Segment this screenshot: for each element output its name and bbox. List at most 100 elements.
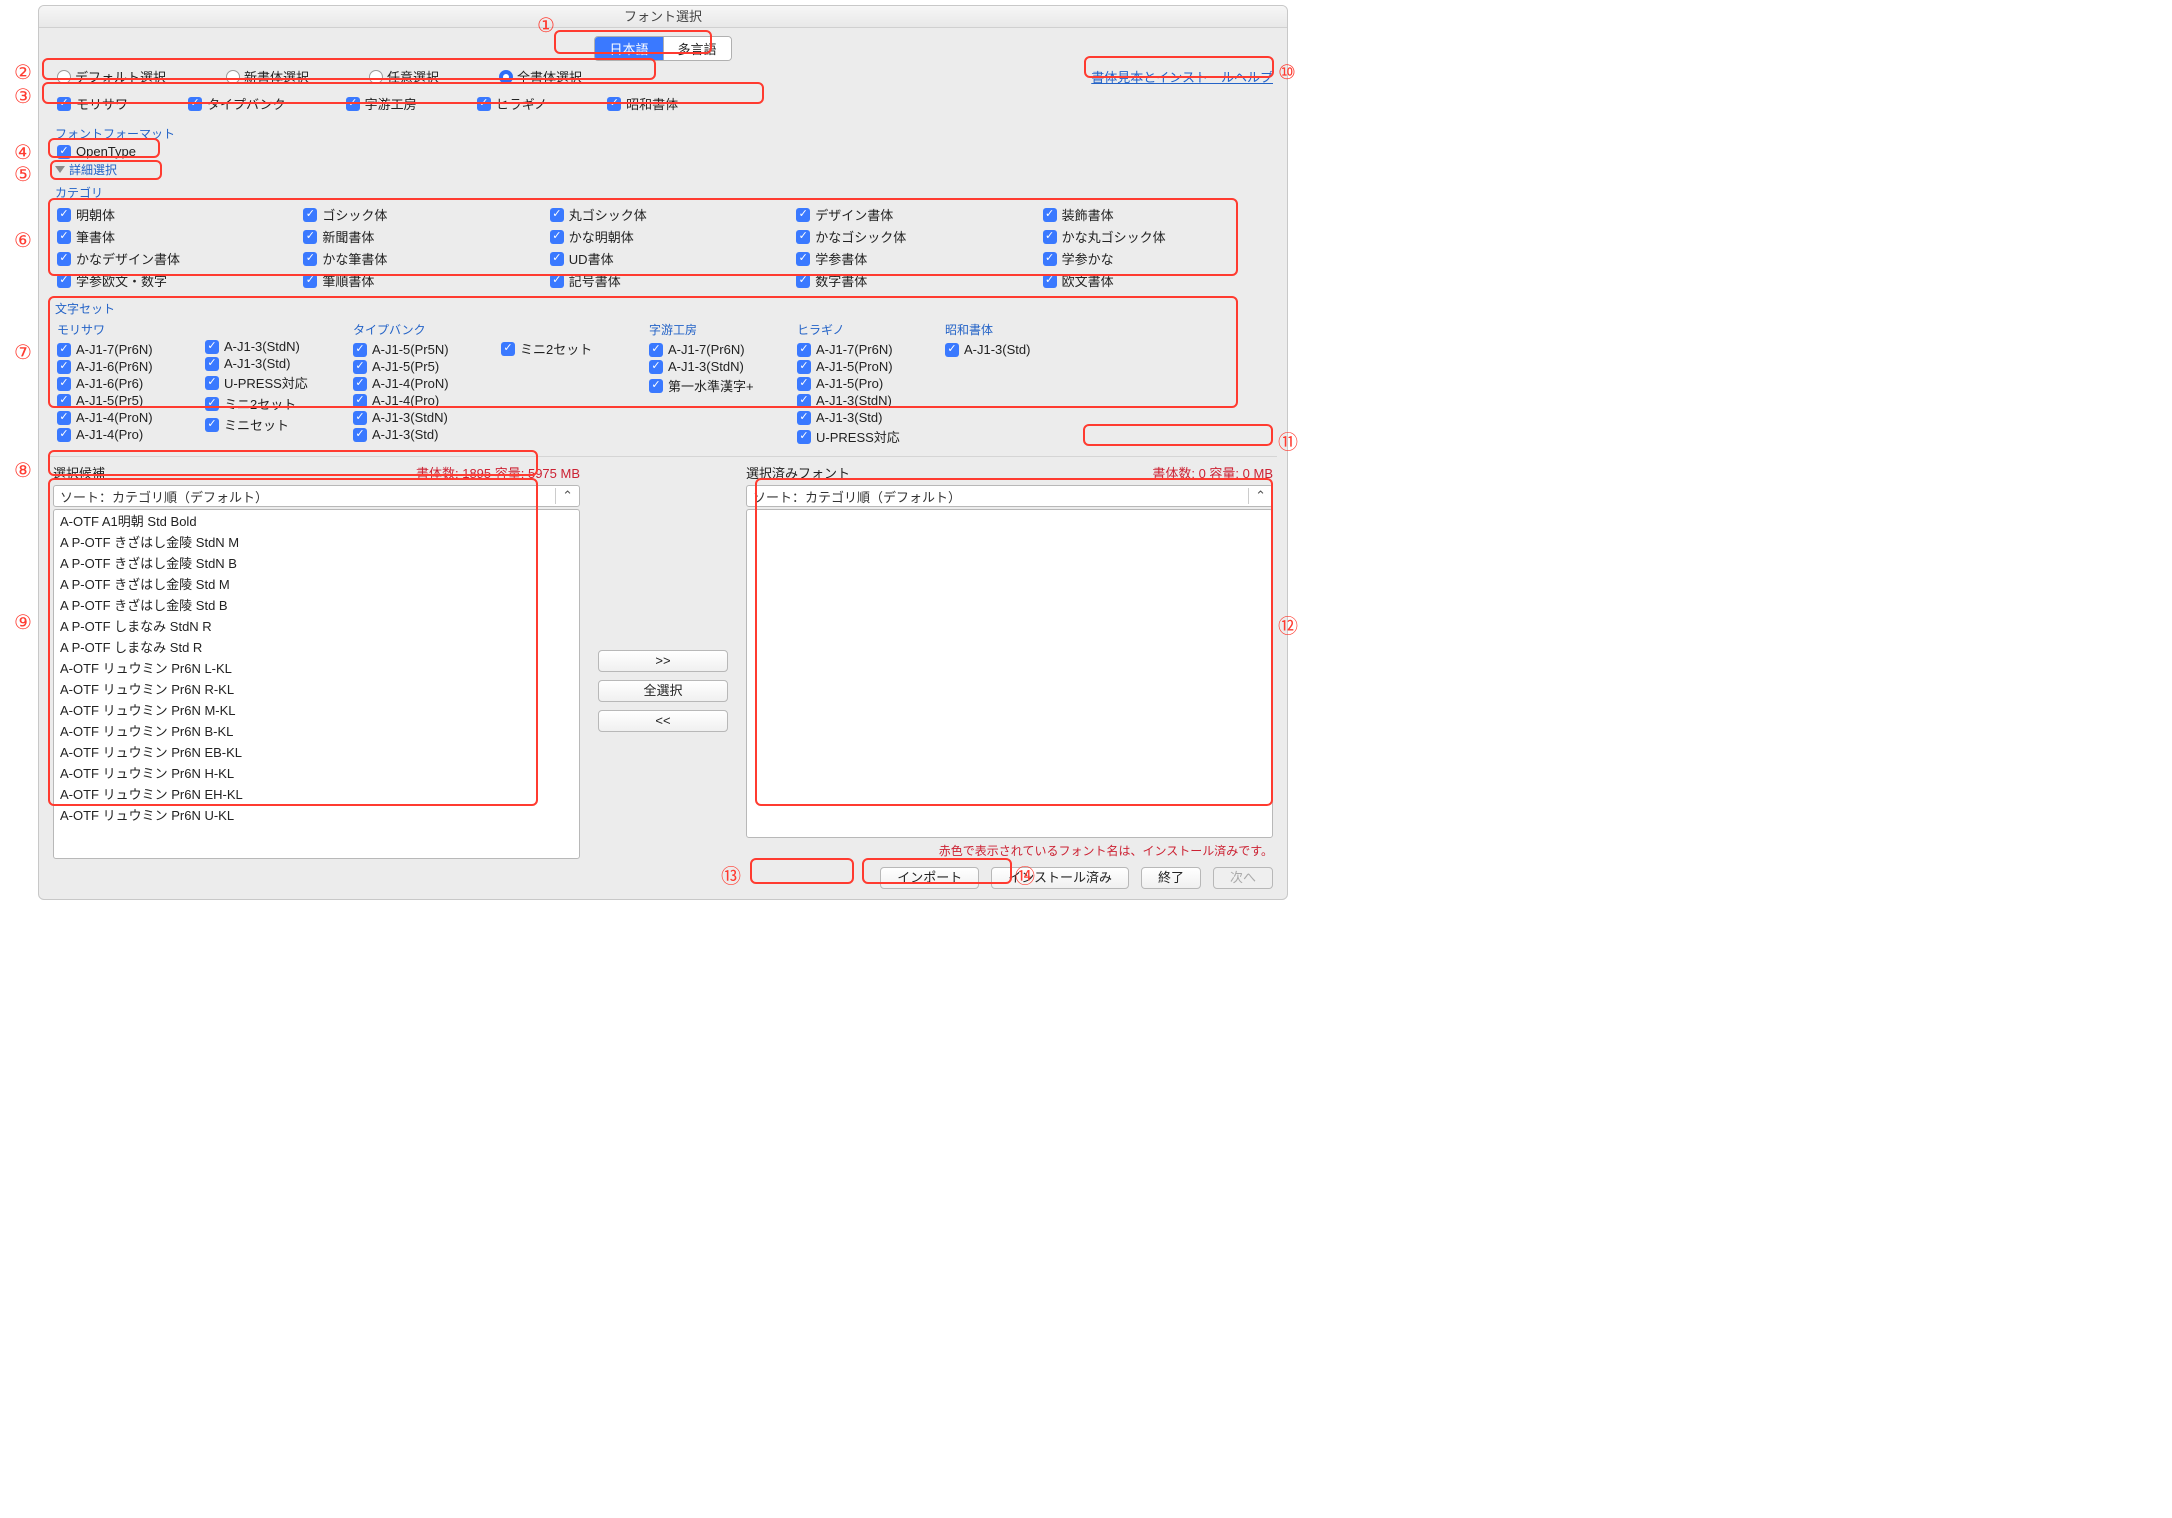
- charset-checkbox[interactable]: ✓ミニ2セット: [205, 394, 335, 413]
- category-checkbox[interactable]: ✓学参かな: [1043, 249, 1269, 268]
- list-item[interactable]: A-OTF リュウミン Pr6N H-KL: [54, 762, 579, 783]
- charset-checkbox[interactable]: ✓A-J1-5(Pr5): [353, 359, 483, 374]
- radio-all[interactable]: 全書体選択: [499, 67, 582, 86]
- chevron-up-icon: ⌃: [1248, 488, 1266, 504]
- category-checkbox[interactable]: ✓かなゴシック体: [796, 227, 1022, 246]
- selection-mode-radios: デフォルト選択 新書体選択 任意選択 全書体選択: [53, 67, 582, 86]
- charset-checkbox[interactable]: ✓A-J1-5(Pro): [797, 376, 927, 391]
- charset-checkbox[interactable]: ✓A-J1-4(Pro): [353, 393, 483, 408]
- category-checkbox[interactable]: ✓かな筆書体: [303, 249, 529, 268]
- charset-checkbox[interactable]: ✓A-J1-3(Std): [797, 410, 927, 425]
- charset-checkbox[interactable]: ✓U-PRESS対応: [797, 427, 927, 446]
- category-checkbox[interactable]: ✓欧文書体: [1043, 271, 1269, 290]
- advanced-disclosure[interactable]: 詳細選択: [55, 161, 1273, 178]
- charset-checkbox[interactable]: ✓A-J1-5(Pr5): [57, 393, 187, 408]
- category-checkbox[interactable]: ✓かな明朝体: [550, 227, 776, 246]
- charset-checkbox[interactable]: ✓A-J1-3(Std): [945, 342, 1075, 357]
- category-checkbox[interactable]: ✓記号書体: [550, 271, 776, 290]
- list-item[interactable]: A-OTF リュウミン Pr6N EB-KL: [54, 741, 579, 762]
- charset-checkbox[interactable]: ✓A-J1-3(StdN): [353, 410, 483, 425]
- select-all-button[interactable]: 全選択: [598, 680, 728, 702]
- charset-checkbox[interactable]: ✓A-J1-4(ProN): [57, 410, 187, 425]
- candidates-sort[interactable]: ソート：カテゴリ順（デフォルト） ⌃: [53, 485, 580, 507]
- charset-checkbox[interactable]: ✓A-J1-4(ProN): [353, 376, 483, 391]
- help-link[interactable]: 書体見本とインストールヘルプ: [1091, 67, 1273, 86]
- vendor-checkboxes: ✓モリサワ ✓タイプバンク ✓字游工房 ✓ヒラギノ ✓昭和書体: [53, 90, 1273, 121]
- list-item[interactable]: A P-OTF きざはし金陵 Std B: [54, 594, 579, 615]
- selected-sort[interactable]: ソート：カテゴリ順（デフォルト） ⌃: [746, 485, 1273, 507]
- check-icon: ✓: [353, 360, 367, 374]
- category-checkbox[interactable]: ✓学参書体: [796, 249, 1022, 268]
- candidates-list[interactable]: A-OTF A1明朝 Std BoldA P-OTF きざはし金陵 StdN M…: [53, 509, 580, 859]
- charset-checkbox[interactable]: ✓ミニ2セット: [501, 339, 631, 358]
- list-item[interactable]: A-OTF リュウミン Pr6N R-KL: [54, 678, 579, 699]
- vendor-hiragino[interactable]: ✓ヒラギノ: [477, 94, 547, 113]
- charset-checkbox[interactable]: ✓A-J1-7(Pr6N): [649, 342, 779, 357]
- check-icon: ✓: [57, 252, 71, 266]
- remove-button[interactable]: <<: [598, 710, 728, 732]
- category-checkbox[interactable]: ✓かな丸ゴシック体: [1043, 227, 1269, 246]
- category-checkbox[interactable]: ✓筆書体: [57, 227, 283, 246]
- list-item[interactable]: A P-OTF きざはし金陵 StdN B: [54, 552, 579, 573]
- vendor-showa[interactable]: ✓昭和書体: [607, 94, 678, 113]
- list-item[interactable]: A P-OTF しまなみ Std R: [54, 636, 579, 657]
- list-item[interactable]: A P-OTF きざはし金陵 Std M: [54, 573, 579, 594]
- charset-checkbox[interactable]: ✓A-J1-5(ProN): [797, 359, 927, 374]
- vendor-morisawa[interactable]: ✓モリサワ: [57, 94, 128, 113]
- vendor-jiyukobo[interactable]: ✓字游工房: [346, 94, 417, 113]
- charset-checkbox[interactable]: ✓A-J1-7(Pr6N): [797, 342, 927, 357]
- charset-checkbox[interactable]: ✓A-J1-6(Pr6N): [57, 359, 187, 374]
- import-button[interactable]: インポート: [880, 867, 979, 889]
- category-checkbox[interactable]: ✓新聞書体: [303, 227, 529, 246]
- charset-checkbox[interactable]: ✓U-PRESS対応: [205, 373, 335, 392]
- charset-checkbox[interactable]: ✓A-J1-5(Pr5N): [353, 342, 483, 357]
- radio-default[interactable]: デフォルト選択: [57, 67, 166, 86]
- selected-list[interactable]: [746, 509, 1273, 838]
- check-icon: ✓: [649, 379, 663, 393]
- add-button[interactable]: >>: [598, 650, 728, 672]
- category-checkbox[interactable]: ✓デザイン書体: [796, 205, 1022, 224]
- charset-checkbox[interactable]: ✓A-J1-3(StdN): [649, 359, 779, 374]
- check-icon: ✓: [550, 230, 564, 244]
- charset-checkbox[interactable]: ✓A-J1-3(Std): [205, 356, 335, 371]
- charset-checkbox[interactable]: ✓A-J1-3(StdN): [205, 339, 335, 354]
- list-item[interactable]: A-OTF A1明朝 Std Bold: [54, 510, 579, 531]
- charset-column: 昭和書体✓A-J1-3(Std): [945, 321, 1075, 446]
- category-checkbox[interactable]: ✓筆順書体: [303, 271, 529, 290]
- opentype-checkbox[interactable]: ✓OpenType: [57, 144, 1273, 159]
- quit-button[interactable]: 終了: [1141, 867, 1201, 889]
- category-checkbox[interactable]: ✓明朝体: [57, 205, 283, 224]
- list-item[interactable]: A-OTF リュウミン Pr6N L-KL: [54, 657, 579, 678]
- category-checkbox[interactable]: ✓丸ゴシック体: [550, 205, 776, 224]
- next-button[interactable]: 次へ: [1213, 867, 1273, 889]
- category-checkbox[interactable]: ✓かなデザイン書体: [57, 249, 283, 268]
- category-checkbox[interactable]: ✓学参欧文・数字: [57, 271, 283, 290]
- charset-checkbox[interactable]: ✓第一水準漢字+: [649, 376, 779, 395]
- list-item[interactable]: A-OTF リュウミン Pr6N B-KL: [54, 720, 579, 741]
- check-icon: ✓: [353, 377, 367, 391]
- tab-japanese[interactable]: 日本語: [595, 37, 662, 60]
- list-item[interactable]: A P-OTF しまなみ StdN R: [54, 615, 579, 636]
- radio-any[interactable]: 任意選択: [369, 67, 439, 86]
- charset-columns: モリサワ✓A-J1-7(Pr6N)✓A-J1-6(Pr6N)✓A-J1-6(Pr…: [53, 319, 1273, 454]
- radio-new[interactable]: 新書体選択: [226, 67, 309, 86]
- charset-checkbox[interactable]: ✓A-J1-6(Pr6): [57, 376, 187, 391]
- charset-checkbox[interactable]: ✓A-J1-4(Pro): [57, 427, 187, 442]
- list-item[interactable]: A P-OTF きざはし金陵 StdN M: [54, 531, 579, 552]
- list-item[interactable]: A-OTF リュウミン Pr6N U-KL: [54, 804, 579, 825]
- annotation-2: ②: [14, 60, 32, 85]
- list-item[interactable]: A-OTF リュウミン Pr6N EH-KL: [54, 783, 579, 804]
- charset-checkbox[interactable]: ✓A-J1-7(Pr6N): [57, 342, 187, 357]
- installed-button[interactable]: インストール済み: [991, 867, 1129, 889]
- charset-checkbox[interactable]: ✓ミニセット: [205, 415, 335, 434]
- charset-checkbox[interactable]: ✓A-J1-3(Std): [353, 427, 483, 442]
- list-item[interactable]: A-OTF リュウミン Pr6N M-KL: [54, 699, 579, 720]
- tab-multilang[interactable]: 多言語: [663, 37, 731, 60]
- check-icon: ✓: [205, 340, 219, 354]
- category-checkbox[interactable]: ✓ゴシック体: [303, 205, 529, 224]
- category-checkbox[interactable]: ✓装飾書体: [1043, 205, 1269, 224]
- category-checkbox[interactable]: ✓UD書体: [550, 249, 776, 268]
- category-checkbox[interactable]: ✓数字書体: [796, 271, 1022, 290]
- charset-checkbox[interactable]: ✓A-J1-3(StdN): [797, 393, 927, 408]
- vendor-typebank[interactable]: ✓タイプバンク: [188, 94, 286, 113]
